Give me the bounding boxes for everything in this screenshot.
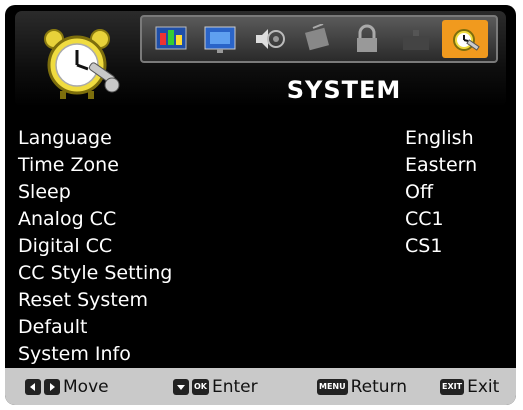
tab-lock[interactable] — [344, 20, 390, 58]
menu-item[interactable]: Sleep Off — [18, 179, 498, 205]
tab-picture[interactable] — [148, 20, 194, 58]
audio-icon — [256, 29, 285, 49]
down-arrow-key-icon — [173, 378, 189, 395]
menu-item-label: Analog CC — [18, 208, 117, 230]
menu-item-value: English — [405, 127, 474, 149]
menu-item-label: CC Style Setting — [18, 262, 173, 284]
hint-exit: EXIT Exit — [440, 377, 499, 397]
menu-item-label: Reset System — [18, 289, 148, 311]
menu-header: SYSTEM — [15, 11, 506, 107]
hint-enter-label: Enter — [212, 376, 258, 397]
screen-icon — [204, 26, 236, 53]
ok-key-icon: OK — [192, 378, 209, 395]
menu-item[interactable]: Digital CC CS1 — [18, 233, 498, 259]
tab-audio[interactable] — [246, 20, 292, 58]
menu-item-value: CC1 — [405, 208, 444, 230]
menu-item[interactable]: Default — [18, 314, 498, 340]
tab-screen[interactable] — [197, 20, 243, 58]
footer-hints: Move OK Enter MENU Return EXIT Exit — [5, 368, 516, 405]
menu-list: Language English Time Zone Eastern Sleep Off A… — [5, 117, 516, 369]
menu-item-label: Default — [18, 316, 88, 338]
menu-item-label: Digital CC — [18, 235, 113, 257]
menu-item[interactable]: Language English — [18, 125, 498, 151]
menu-item-value: CS1 — [405, 235, 443, 257]
exit-key-icon: EXIT — [440, 378, 465, 395]
osd-menu-frame: SYSTEM Language English Time Zone Eastern Sl… — [5, 5, 516, 405]
hint-return: MENU Return — [317, 377, 407, 397]
menu-item[interactable]: System Info — [18, 341, 498, 367]
option-icon — [403, 30, 429, 50]
lock-icon — [357, 24, 377, 52]
tab-option[interactable] — [393, 20, 439, 58]
system-icon — [453, 29, 480, 51]
menu-item[interactable]: Reset System — [18, 287, 498, 313]
menu-item-label: System Info — [18, 343, 131, 365]
page-title: SYSTEM — [286, 76, 402, 104]
menu-item-label: Sleep — [18, 181, 71, 203]
hint-enter: OK Enter — [173, 377, 258, 397]
tab-channel[interactable] — [295, 20, 341, 58]
menu-item[interactable]: Time Zone Eastern — [18, 152, 498, 178]
menu-item-label: Time Zone — [18, 154, 119, 176]
menu-item-value: Off — [405, 181, 434, 203]
menu-item[interactable]: Analog CC CC1 — [18, 206, 498, 232]
menu-key-icon: MENU — [317, 378, 348, 395]
tab-system[interactable] — [442, 20, 488, 58]
channel-icon — [305, 24, 329, 51]
menu-item[interactable]: CC Style Setting — [18, 260, 498, 286]
alarm-clock-wrench-icon — [44, 29, 120, 99]
left-arrow-key-icon — [25, 378, 41, 395]
hint-move-label: Move — [63, 376, 109, 397]
hint-exit-label: Exit — [467, 376, 500, 397]
menu-item-value: Eastern — [405, 154, 478, 176]
hint-return-label: Return — [350, 376, 408, 397]
menu-item-label: Language — [18, 127, 112, 149]
menu-tab-bar — [140, 15, 498, 63]
right-arrow-key-icon — [44, 378, 60, 395]
picture-icon — [155, 26, 187, 50]
hint-move: Move — [25, 377, 109, 397]
